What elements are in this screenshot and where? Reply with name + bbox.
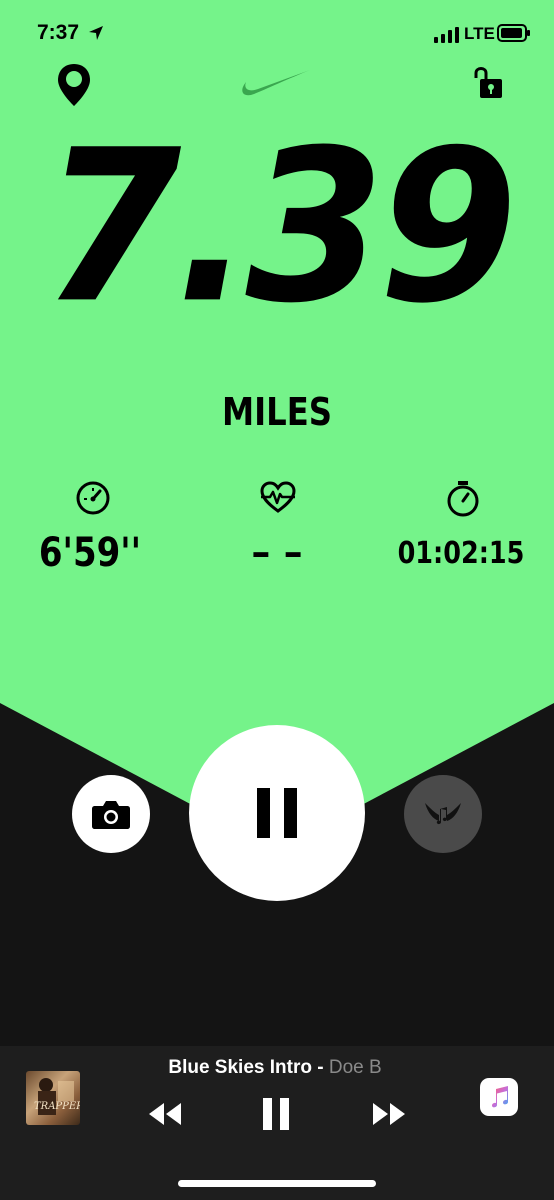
- track-separator: -: [311, 1057, 329, 1078]
- status-time: 7:37: [37, 21, 80, 44]
- speedometer-icon: [76, 481, 110, 515]
- rewind-icon[interactable]: [148, 1103, 182, 1125]
- battery-icon: [497, 24, 530, 42]
- run-screen: 7:37 LTE 7.39 MILES 6'59'' – – 01:02:15 …: [0, 0, 554, 1200]
- album-art[interactable]: TRAPPER: [26, 1071, 80, 1125]
- distance-value: 7.39: [42, 105, 517, 350]
- camera-button[interactable]: [72, 775, 150, 853]
- nike-swoosh-icon: [242, 70, 310, 96]
- network-label: LTE: [464, 24, 495, 43]
- pace-value: 6'59'': [38, 530, 142, 576]
- artist-name: Doe B: [328, 1057, 382, 1078]
- pause-icon: [257, 788, 297, 838]
- distance-unit: MILES: [221, 390, 333, 434]
- player-pause-icon[interactable]: [262, 1098, 290, 1130]
- unlocked-lock-icon[interactable]: [472, 64, 504, 100]
- track-info: Blue Skies Intro - Doe B: [120, 1057, 430, 1079]
- heart-rate-value: – –: [251, 530, 303, 574]
- album-art-figure-icon: [38, 1078, 74, 1115]
- status-bar: 7:37 LTE: [0, 0, 554, 70]
- stopwatch-icon: [447, 481, 479, 517]
- home-indicator[interactable]: [178, 1180, 376, 1187]
- album-art-text: TRAPPER: [34, 1101, 80, 1112]
- location-arrow-icon: [89, 26, 103, 40]
- signal-icon: [434, 27, 459, 43]
- location-pin-icon[interactable]: [56, 62, 92, 108]
- music-button[interactable]: [404, 775, 482, 853]
- apple-music-icon: [492, 1086, 508, 1108]
- pause-run-button[interactable]: [189, 725, 365, 901]
- music-wings-icon: [425, 803, 461, 825]
- apple-music-button[interactable]: [480, 1078, 518, 1116]
- song-title: Blue Skies Intro: [168, 1057, 312, 1078]
- camera-icon: [92, 801, 130, 829]
- fast-forward-icon[interactable]: [372, 1103, 406, 1125]
- duration-value: 01:02:15: [397, 536, 525, 571]
- heart-rate-icon: [260, 481, 296, 513]
